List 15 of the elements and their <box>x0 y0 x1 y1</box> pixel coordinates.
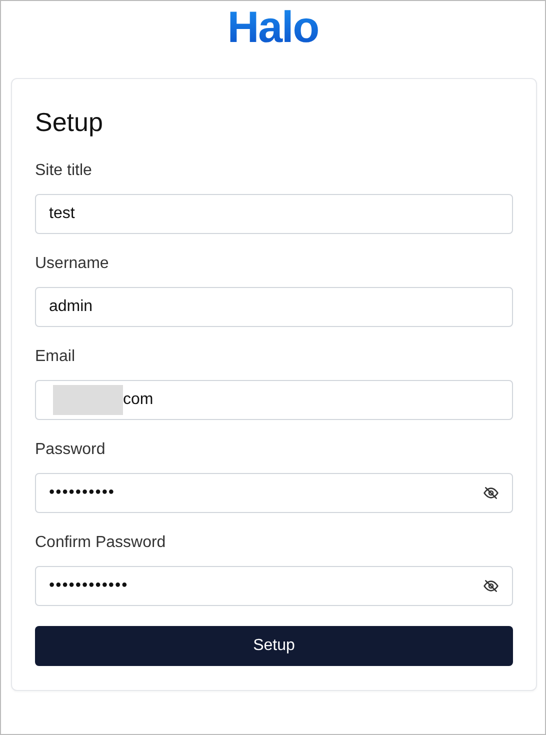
input-field[interactable]: test <box>35 194 513 234</box>
input-field[interactable]: •••••••••••• <box>35 566 513 606</box>
field-label: Site title <box>35 161 93 181</box>
field-label: Email <box>35 347 76 367</box>
setup-button[interactable]: Setup <box>35 626 513 666</box>
form-title: Setup <box>35 106 104 139</box>
eye-off-icon[interactable] <box>483 578 499 594</box>
field-label: Password <box>35 440 106 460</box>
eye-off-icon[interactable] <box>483 485 499 501</box>
redaction-block <box>53 385 123 415</box>
input-field[interactable]: admin <box>35 287 513 327</box>
input-field[interactable]: •••••••••• <box>35 473 513 513</box>
field-label: Confirm Password <box>35 533 167 553</box>
input-field[interactable]: com <box>35 380 513 420</box>
field-label: Username <box>35 254 110 274</box>
